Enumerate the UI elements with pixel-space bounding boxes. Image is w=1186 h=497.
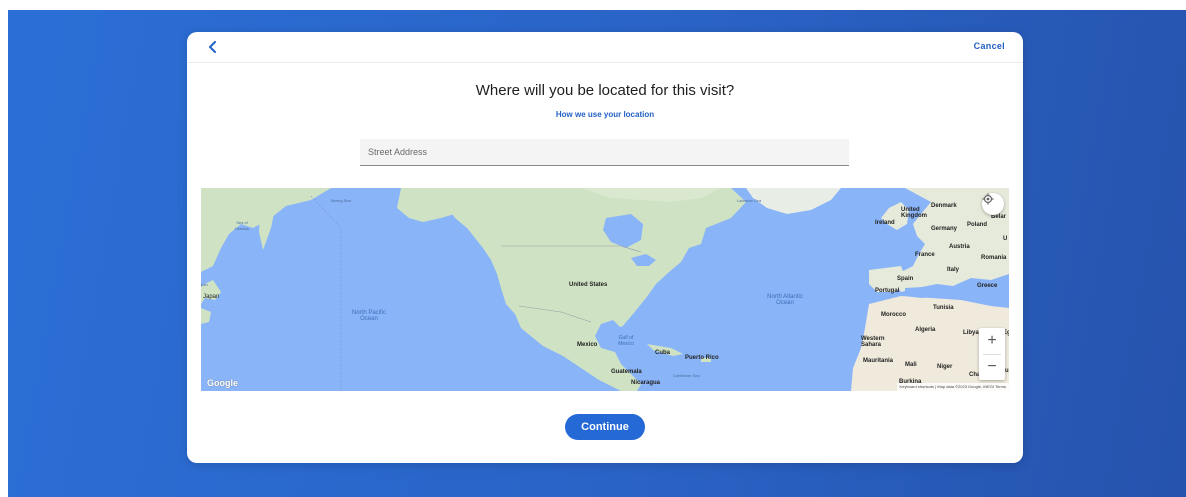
map-label-niger: Niger xyxy=(937,364,953,370)
map-label-japan: Japan xyxy=(203,294,220,300)
my-location-button[interactable] xyxy=(982,193,1004,215)
terms-link[interactable]: Terms xyxy=(995,384,1006,389)
map-label-cuba: Cuba xyxy=(655,350,670,356)
map-label-united-kingdom: United Kingdom xyxy=(901,207,927,219)
dialog-header: Cancel xyxy=(187,32,1023,63)
map-label-mexico: Mexico xyxy=(577,342,598,348)
map-data-text: Map data ©2023 Google, INEGI xyxy=(937,384,995,389)
map-label-denmark: Denmark xyxy=(931,203,957,209)
map-label-mali: Mali xyxy=(905,362,917,368)
map-label-north-pacific: North Pacific Ocean xyxy=(351,310,386,322)
map-label-ireland: Ireland xyxy=(875,220,895,226)
keyboard-shortcuts-link[interactable]: Keyboard shortcuts xyxy=(900,384,934,389)
cancel-button[interactable]: Cancel xyxy=(974,41,1005,51)
map-label-tunisia: Tunisia xyxy=(933,305,954,311)
map-label-nicaragua: Nicaragua xyxy=(631,380,661,386)
map-label-ukraine: U xyxy=(1003,236,1008,242)
map-attribution: Keyboard shortcuts | Map data ©2023 Goog… xyxy=(896,383,1009,391)
page-title: Where will you be located for this visit… xyxy=(475,82,735,99)
continue-button[interactable]: Continue xyxy=(565,414,645,440)
map-label-austria: Austria xyxy=(949,244,970,250)
map-label-western-sahara: Western Sahara xyxy=(861,336,885,348)
map-label-france: France xyxy=(915,252,935,258)
my-location-icon xyxy=(982,193,994,205)
map-label-italy: Italy xyxy=(947,267,960,273)
map-label-pan: pan xyxy=(201,282,208,287)
map-label-libya: Libya xyxy=(963,330,979,336)
map-label-north-atlantic: North Atlantic Ocean xyxy=(767,294,803,306)
zoom-out-button[interactable]: − xyxy=(979,354,1005,380)
map-label-spain: Spain xyxy=(897,276,914,282)
map-label-sea-of-okhotsk: Sea of Okhotsk xyxy=(234,220,250,231)
map-label-guatemala: Guatemala xyxy=(611,369,642,375)
map-label-romania: Romania xyxy=(981,255,1007,261)
location-usage-link[interactable]: How we use your location xyxy=(187,110,1023,119)
zoom-in-button[interactable]: + xyxy=(979,328,1005,354)
map-label-caribbean-sea: Caribbean Sea xyxy=(673,373,700,378)
location-dialog: Cancel Where will you be located for thi… xyxy=(187,32,1023,463)
map-label-gulf-of-mexico: Gulf of Mexico xyxy=(618,335,634,347)
google-logo[interactable]: Google xyxy=(207,378,238,388)
zoom-controls: + − xyxy=(979,328,1005,380)
map-label-greece: Greece xyxy=(977,283,998,289)
map-label-bering-sea: Bering Sea xyxy=(331,198,351,203)
kamchatka xyxy=(259,196,276,250)
map-label-poland: Poland xyxy=(967,222,988,228)
back-button[interactable] xyxy=(203,37,223,57)
map-label-labrador-sea: Labrador Sea xyxy=(737,198,762,203)
map-label-germany: Germany xyxy=(931,226,958,232)
map-label-puerto-rico: Puerto Rico xyxy=(685,355,719,361)
location-map[interactable]: Bering Sea Sea of Okhotsk Labrador Sea J… xyxy=(201,188,1009,391)
asia-south xyxy=(201,308,211,324)
chevron-left-icon xyxy=(209,41,216,53)
map-label-united-states: United States xyxy=(569,282,608,288)
map-label-morocco: Morocco xyxy=(881,312,907,318)
street-address-input[interactable] xyxy=(360,139,849,166)
dateline xyxy=(310,195,342,391)
map-label-mauritania: Mauritania xyxy=(863,358,894,364)
map-label-portugal: Portugal xyxy=(875,288,900,294)
map-label-algeria: Algeria xyxy=(915,327,936,333)
